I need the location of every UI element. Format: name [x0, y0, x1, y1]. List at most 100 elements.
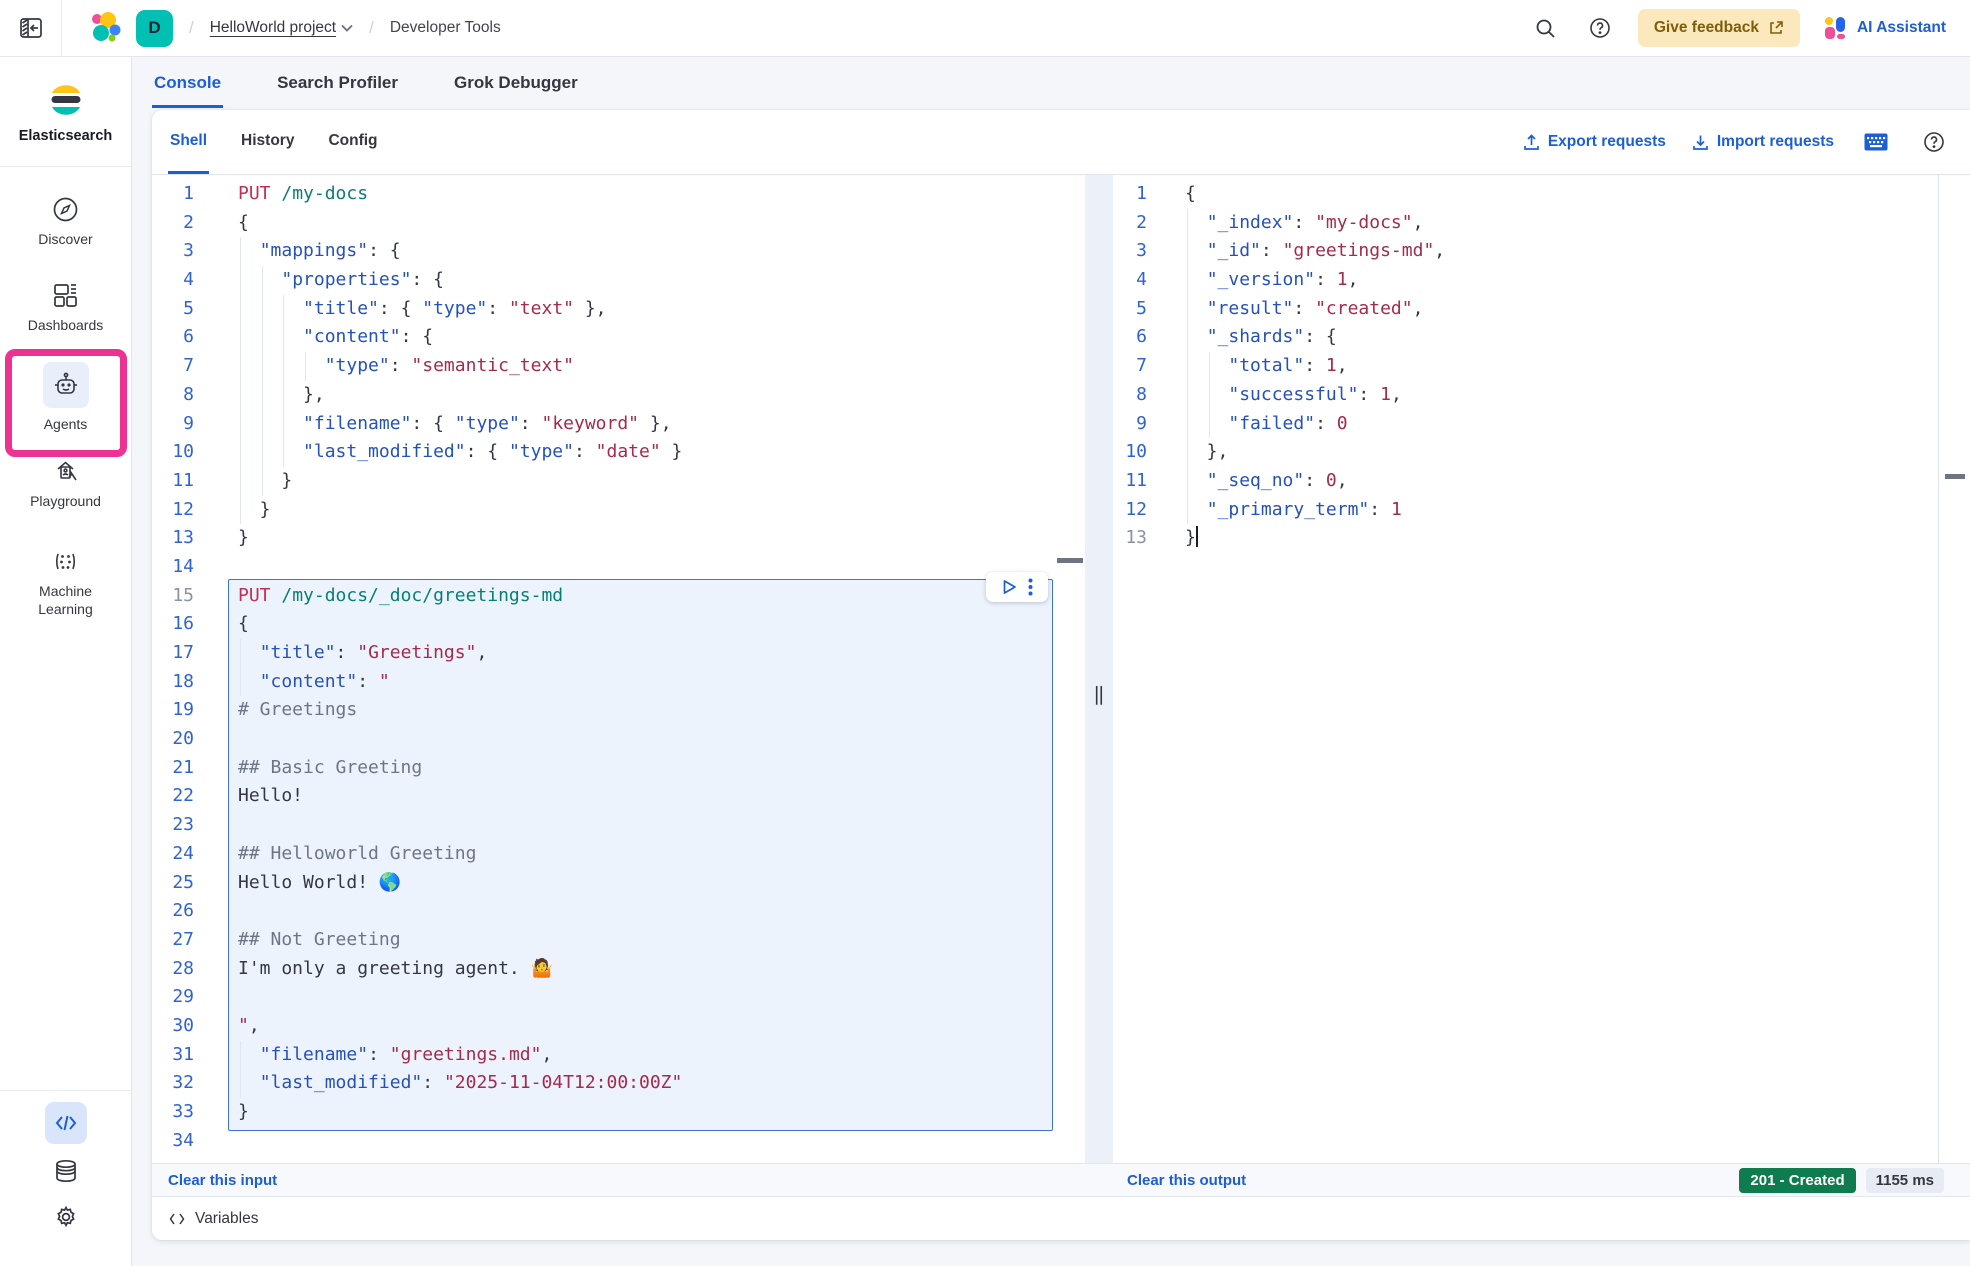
code-line: 7 "type": "semantic_text" — [152, 352, 1085, 381]
sidebar-item-dashboards[interactable]: Dashboards — [0, 282, 131, 335]
line-number: 5 — [1113, 295, 1161, 324]
line-number: 12 — [1113, 496, 1161, 525]
sidebar-item-label: Discover — [38, 231, 92, 249]
code-line: 32 "last_modified": "2025-11-04T12:00:00… — [152, 1069, 1085, 1098]
line-number: 9 — [1113, 410, 1161, 439]
console-header: Shell History Config Export requests Imp… — [152, 110, 1970, 175]
code-line: 1{ — [1113, 180, 1938, 209]
console-help-icon[interactable] — [1918, 126, 1950, 158]
export-icon — [1523, 134, 1540, 151]
code-line: 5 "title": { "type": "text" }, — [152, 295, 1085, 324]
ai-assistant-icon — [1822, 15, 1848, 41]
database-icon — [53, 1158, 79, 1184]
keyboard-shortcuts-icon[interactable] — [1860, 126, 1892, 158]
ai-assistant-button[interactable]: AI Assistant — [1822, 15, 1946, 41]
clear-output-link[interactable]: Clear this output — [1127, 1172, 1246, 1189]
elastic-logo[interactable] — [88, 11, 122, 45]
code-line: 4 "properties": { — [152, 266, 1085, 295]
line-number: 13 — [1113, 524, 1161, 553]
line-number: 16 — [152, 610, 210, 639]
console-action-bar: Clear this input Clear this output 201 -… — [152, 1163, 1970, 1196]
line-number: 11 — [1113, 467, 1161, 496]
agents-icon-wrap — [43, 362, 89, 408]
line-number: 9 — [152, 410, 210, 439]
project-avatar[interactable]: D — [136, 10, 173, 47]
code-line: 15PUT /my-docs/_doc/greetings-md — [152, 582, 1085, 611]
output-overview-ruler[interactable] — [1938, 175, 1970, 1163]
tab-grok-debugger[interactable]: Grok Debugger — [452, 59, 580, 108]
main-content: Console Search Profiler Grok Debugger Sh… — [132, 57, 1970, 1266]
line-number: 5 — [152, 295, 210, 324]
tab-console[interactable]: Console — [152, 59, 223, 108]
line-number: 1 — [152, 180, 210, 209]
code-line: 11 "_seq_no": 0, — [1113, 467, 1938, 496]
line-number: 23 — [152, 811, 210, 840]
sidebar-item-discover[interactable]: Discover — [0, 196, 131, 249]
code-line: 27## Not Greeting — [152, 926, 1085, 955]
request-editor[interactable]: 1PUT /my-docs2{3 "mappings": {4 "propert… — [152, 175, 1085, 1163]
code-line: 3 "_id": "greetings-md", — [1113, 237, 1938, 266]
sidebar-app-elasticsearch[interactable]: Elasticsearch — [0, 81, 131, 144]
tab-search-profiler[interactable]: Search Profiler — [275, 59, 400, 108]
line-number: 2 — [1113, 209, 1161, 238]
code-line: 22Hello! — [152, 782, 1085, 811]
line-number: 3 — [1113, 237, 1161, 266]
code-line: 34 — [152, 1127, 1085, 1156]
line-number: 24 — [152, 840, 210, 869]
pane-resizer[interactable]: ‖ — [1085, 175, 1113, 1163]
subtab-config[interactable]: Config — [326, 110, 379, 174]
line-number: 11 — [152, 467, 210, 496]
sidebar-item-data-management[interactable] — [0, 1158, 131, 1184]
sidebar-item-agents[interactable]: Agents — [0, 362, 131, 434]
code-line: 1PUT /my-docs — [152, 180, 1085, 209]
code-line: 30", — [152, 1012, 1085, 1041]
variables-label: Variables — [195, 1210, 258, 1228]
playground-icon — [52, 458, 79, 485]
request-code-lines: 1PUT /my-docs2{3 "mappings": {4 "propert… — [152, 175, 1085, 1155]
export-requests-link[interactable]: Export requests — [1523, 133, 1666, 151]
line-number: 17 — [152, 639, 210, 668]
subtab-shell[interactable]: Shell — [168, 110, 209, 174]
external-link-icon — [1768, 20, 1784, 36]
sidebar-divider — [0, 1090, 131, 1091]
code-line: 24## Helloworld Greeting — [152, 840, 1085, 869]
machine-learning-icon — [52, 548, 79, 575]
code-line: 8 "successful": 1, — [1113, 381, 1938, 410]
discover-icon — [52, 196, 79, 223]
code-line: 16{ — [152, 610, 1085, 639]
line-number: 8 — [1113, 381, 1161, 410]
import-icon — [1692, 134, 1709, 151]
code-line: 19# Greetings — [152, 696, 1085, 725]
sidebar-item-settings[interactable] — [0, 1204, 131, 1230]
code-line: 20 — [152, 725, 1085, 754]
line-number: 10 — [1113, 438, 1161, 467]
variables-bar[interactable]: Variables — [152, 1196, 1970, 1240]
sidebar-item-machine-learning[interactable]: Machine Learning — [0, 548, 131, 618]
help-icon[interactable] — [1584, 12, 1616, 44]
response-time-badge: 1155 ms — [1866, 1168, 1944, 1193]
import-requests-link[interactable]: Import requests — [1692, 133, 1834, 151]
subtab-history[interactable]: History — [239, 110, 296, 174]
sidebar-item-label: Dashboards — [28, 317, 104, 335]
breadcrumb-project-link[interactable]: HelloWorld project — [210, 19, 353, 37]
search-icon[interactable] — [1530, 12, 1562, 44]
line-number: 26 — [152, 897, 210, 926]
collapse-sidebar-icon[interactable] — [0, 0, 62, 56]
give-feedback-button[interactable]: Give feedback — [1638, 9, 1800, 47]
sidebar-item-devtools[interactable] — [0, 1102, 131, 1144]
code-line: 9 "filename": { "type": "keyword" }, — [152, 410, 1085, 439]
code-line: 3 "mappings": { — [152, 237, 1085, 266]
breadcrumb-separator: / — [367, 18, 376, 38]
console-editor-area: 1PUT /my-docs2{3 "mappings": {4 "propert… — [152, 175, 1970, 1163]
clear-input-link[interactable]: Clear this input — [168, 1172, 277, 1189]
breadcrumb-page: Developer Tools — [390, 19, 501, 37]
code-line: 31 "filename": "greetings.md", — [152, 1041, 1085, 1070]
status-badge: 201 - Created — [1739, 1168, 1855, 1193]
line-number: 33 — [152, 1098, 210, 1127]
response-viewer[interactable]: 1{2 "_index": "my-docs",3 "_id": "greeti… — [1113, 175, 1938, 1163]
sidebar-item-playground[interactable]: Playground — [0, 458, 131, 511]
code-line: 26 — [152, 897, 1085, 926]
line-number: 8 — [152, 381, 210, 410]
sidebar-item-label: Playground — [30, 493, 101, 511]
code-line: 10 "last_modified": { "type": "date" } — [152, 438, 1085, 467]
